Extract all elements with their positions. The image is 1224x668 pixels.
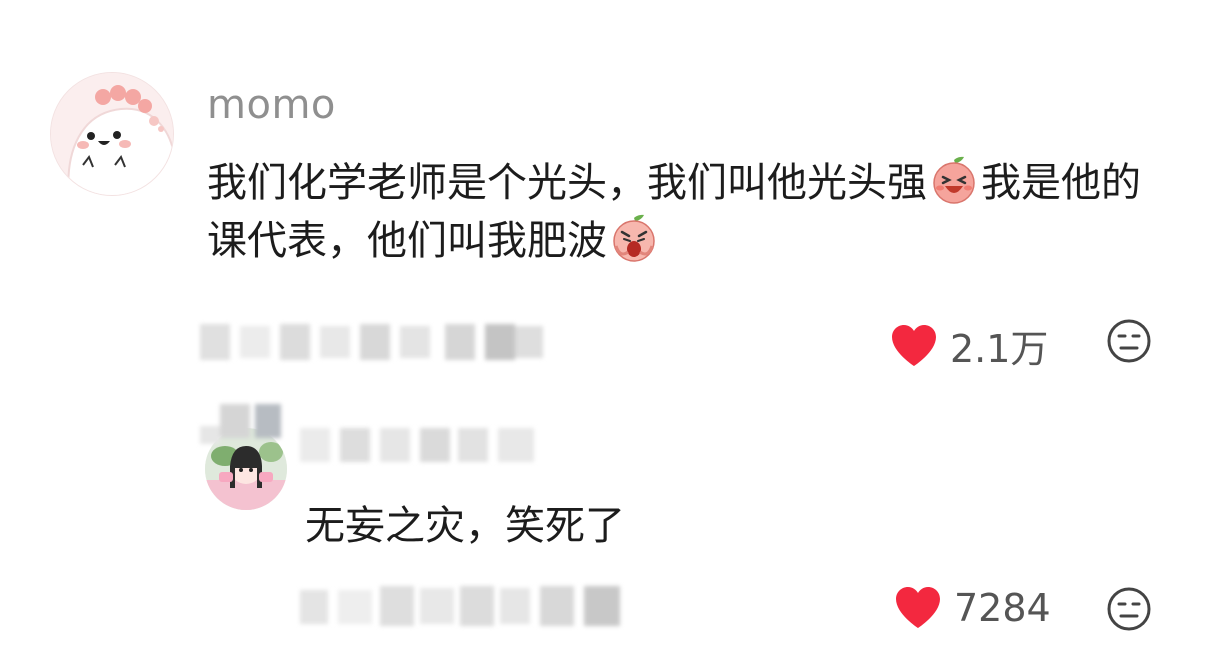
crying-radish-emoji-icon (608, 212, 660, 264)
comment-text-part1: 我们化学老师是个光头，我们叫他光头强 (207, 160, 927, 206)
reply-like-count: 7284 (954, 586, 1051, 630)
laughing-radish-emoji-icon (928, 154, 980, 206)
heart-icon (896, 587, 940, 628)
comment-text: 我们化学老师是个光头，我们叫他光头强 我是他的课代表，他们叫我肥波 (207, 154, 1167, 270)
reply-text: 无妄之灾，笑死了 (305, 503, 625, 549)
reply-dislike-face-icon[interactable] (1106, 586, 1152, 632)
dinosaur-avatar-icon (51, 73, 173, 195)
heart-icon (892, 324, 936, 366)
username[interactable]: momo (207, 82, 336, 128)
avatar[interactable] (50, 72, 174, 196)
blurred-reply-username (200, 404, 545, 468)
dislike-face-icon[interactable] (1106, 318, 1152, 364)
blurred-meta-info (200, 322, 545, 364)
like-button[interactable]: 2.1万 (890, 318, 1048, 373)
like-count: 2.1万 (950, 327, 1049, 371)
blurred-reply-meta-info (300, 584, 645, 630)
comment-thread: momo 我们化学老师是个光头，我们叫他光头强 我是他的课代表，他们叫我肥波 2… (0, 0, 1224, 668)
reply-like-button[interactable]: 7284 (894, 586, 1051, 630)
